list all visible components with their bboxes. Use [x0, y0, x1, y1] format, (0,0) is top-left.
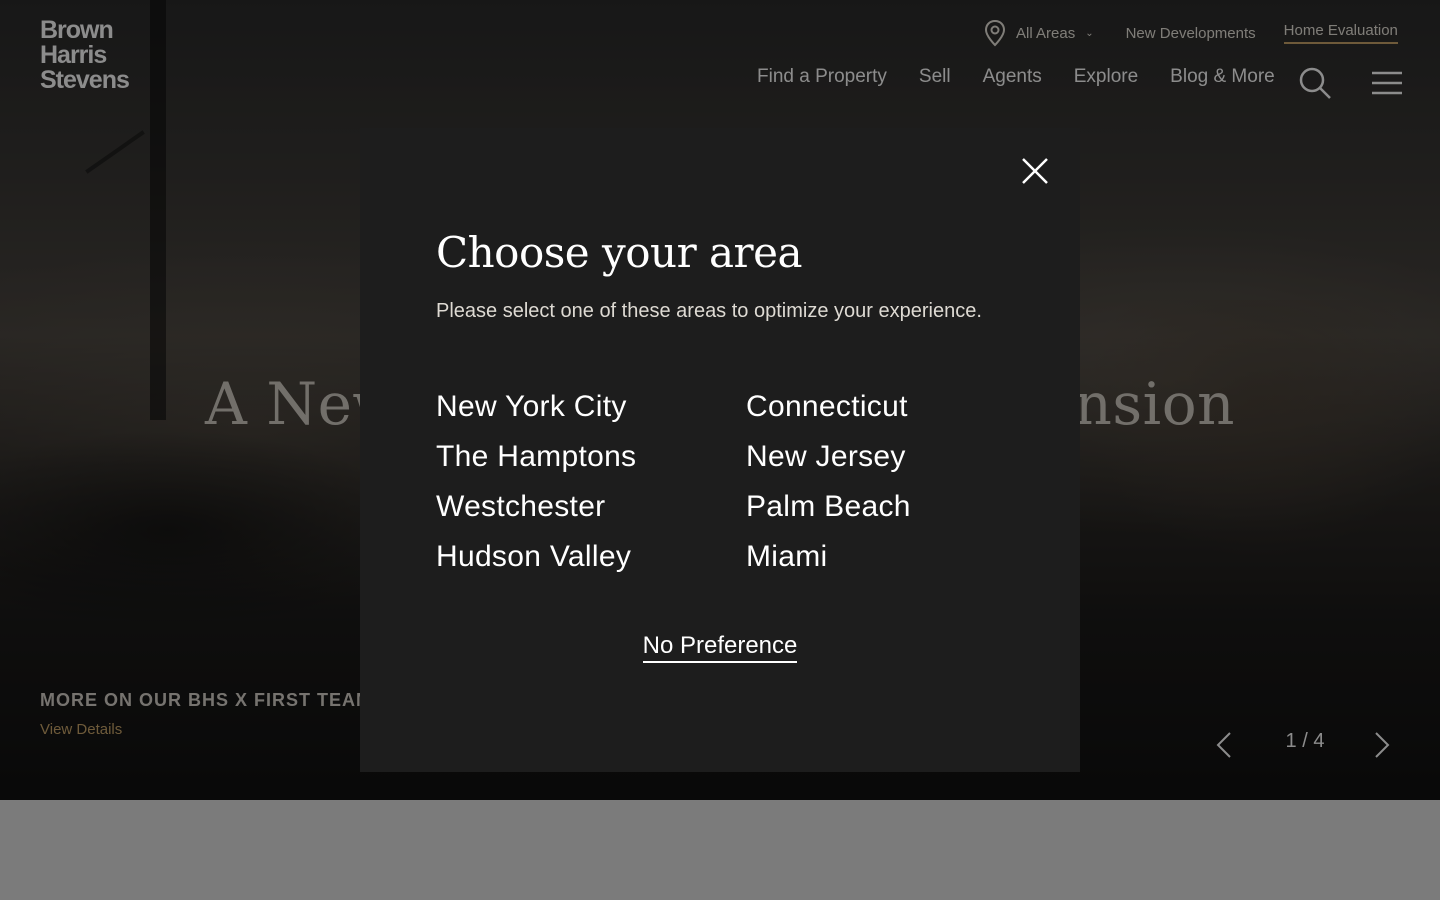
no-preference-link[interactable]: No Preference: [642, 632, 798, 663]
close-icon[interactable]: [1020, 156, 1050, 186]
modal-subtitle: Please select one of these areas to opti…: [436, 300, 982, 322]
area-option-westchester[interactable]: Westchester: [436, 486, 746, 536]
area-options-grid: New York City Connecticut The Hamptons N…: [436, 386, 1036, 586]
area-option-palm-beach[interactable]: Palm Beach: [746, 486, 1036, 536]
area-option-miami[interactable]: Miami: [746, 536, 1036, 586]
no-preference-container: No Preference: [360, 632, 1080, 663]
area-option-new-york-city[interactable]: New York City: [436, 386, 746, 436]
area-option-the-hamptons[interactable]: The Hamptons: [436, 436, 746, 486]
choose-area-modal: Choose your area Please select one of th…: [360, 128, 1080, 772]
area-option-connecticut[interactable]: Connecticut: [746, 386, 1036, 436]
area-option-new-jersey[interactable]: New Jersey: [746, 436, 1036, 486]
area-option-hudson-valley[interactable]: Hudson Valley: [436, 536, 746, 586]
modal-title: Choose your area: [436, 228, 803, 277]
